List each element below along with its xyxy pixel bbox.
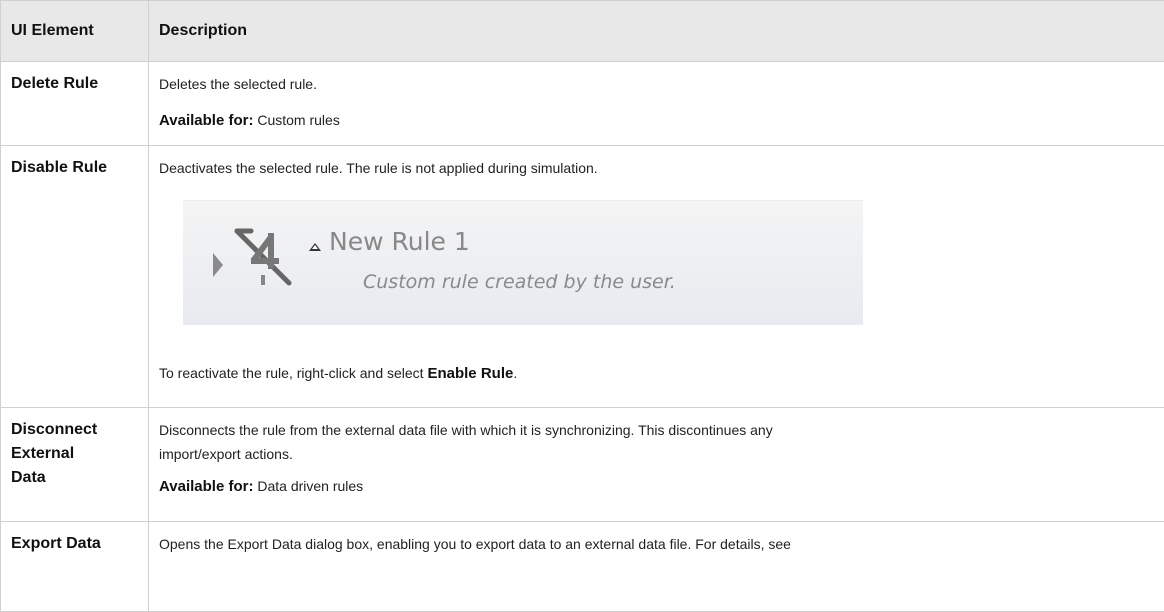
expand-arrow-icon — [213, 253, 223, 277]
availability-line: Available for: Data driven rules — [159, 474, 1154, 499]
availability-line: Available for: Custom rules — [159, 108, 1154, 133]
description-text: Deletes the selected rule. — [159, 72, 1154, 96]
element-name-line: Disconnect — [11, 418, 138, 442]
header-ui-element: UI Element — [1, 1, 149, 62]
element-cell: Export Data — [1, 522, 149, 612]
availability-value: Data driven rules — [257, 478, 363, 494]
element-name-line: Data — [11, 466, 138, 490]
element-cell: Delete Rule — [1, 62, 149, 146]
description-text: Disconnects the rule from the external d… — [159, 418, 1154, 442]
availability-label: Available for: — [159, 478, 253, 495]
rule-name: New Rule 1 — [329, 227, 470, 256]
rule-description: Custom rule created by the user. — [363, 271, 676, 293]
element-name-line: External — [11, 442, 138, 466]
table-row: Disconnect External Data Disconnects the… — [1, 408, 1164, 522]
description-text: Deactivates the selected rule. The rule … — [159, 156, 1154, 180]
element-name: Disable Rule — [11, 146, 138, 180]
note-keyword: Enable Rule — [427, 365, 513, 382]
table-row: Delete Rule Deletes the selected rule. A… — [1, 62, 1164, 146]
description-cell: Opens the Export Data dialog box, enabli… — [149, 522, 1164, 612]
note-text: To reactivate the rule, right-click and … — [159, 365, 427, 381]
description-text-cont: import/export actions. — [159, 442, 1154, 466]
description-cell: Disconnects the rule from the external d… — [149, 408, 1164, 522]
element-cell: Disable Rule — [1, 146, 149, 408]
disabled-rule-screenshot: New Rule 1 Custom rule created by the us… — [183, 200, 863, 325]
table-row: Export Data Opens the Export Data dialog… — [1, 522, 1164, 612]
disabled-rule-icon — [231, 225, 295, 289]
description-cell: Deletes the selected rule. Available for… — [149, 62, 1164, 146]
table-header-row: UI Element Description — [1, 1, 1164, 62]
element-name: Disconnect External Data — [11, 408, 138, 490]
availability-label: Available for: — [159, 112, 253, 129]
availability-value: Custom rules — [257, 112, 339, 128]
description-cell: Deactivates the selected rule. The rule … — [149, 146, 1164, 408]
element-name: Export Data — [11, 522, 138, 556]
header-description: Description — [149, 1, 1164, 62]
rule-priority-icon — [309, 243, 321, 251]
element-cell: Disconnect External Data — [1, 408, 149, 522]
note-end: . — [513, 365, 517, 381]
reactivate-note: To reactivate the rule, right-click and … — [159, 361, 1154, 386]
element-name: Delete Rule — [11, 62, 138, 96]
ui-elements-table: UI Element Description Delete Rule Delet… — [0, 0, 1164, 612]
table-row: Disable Rule Deactivates the selected ru… — [1, 146, 1164, 408]
description-text: Opens the Export Data dialog box, enabli… — [159, 532, 1154, 556]
